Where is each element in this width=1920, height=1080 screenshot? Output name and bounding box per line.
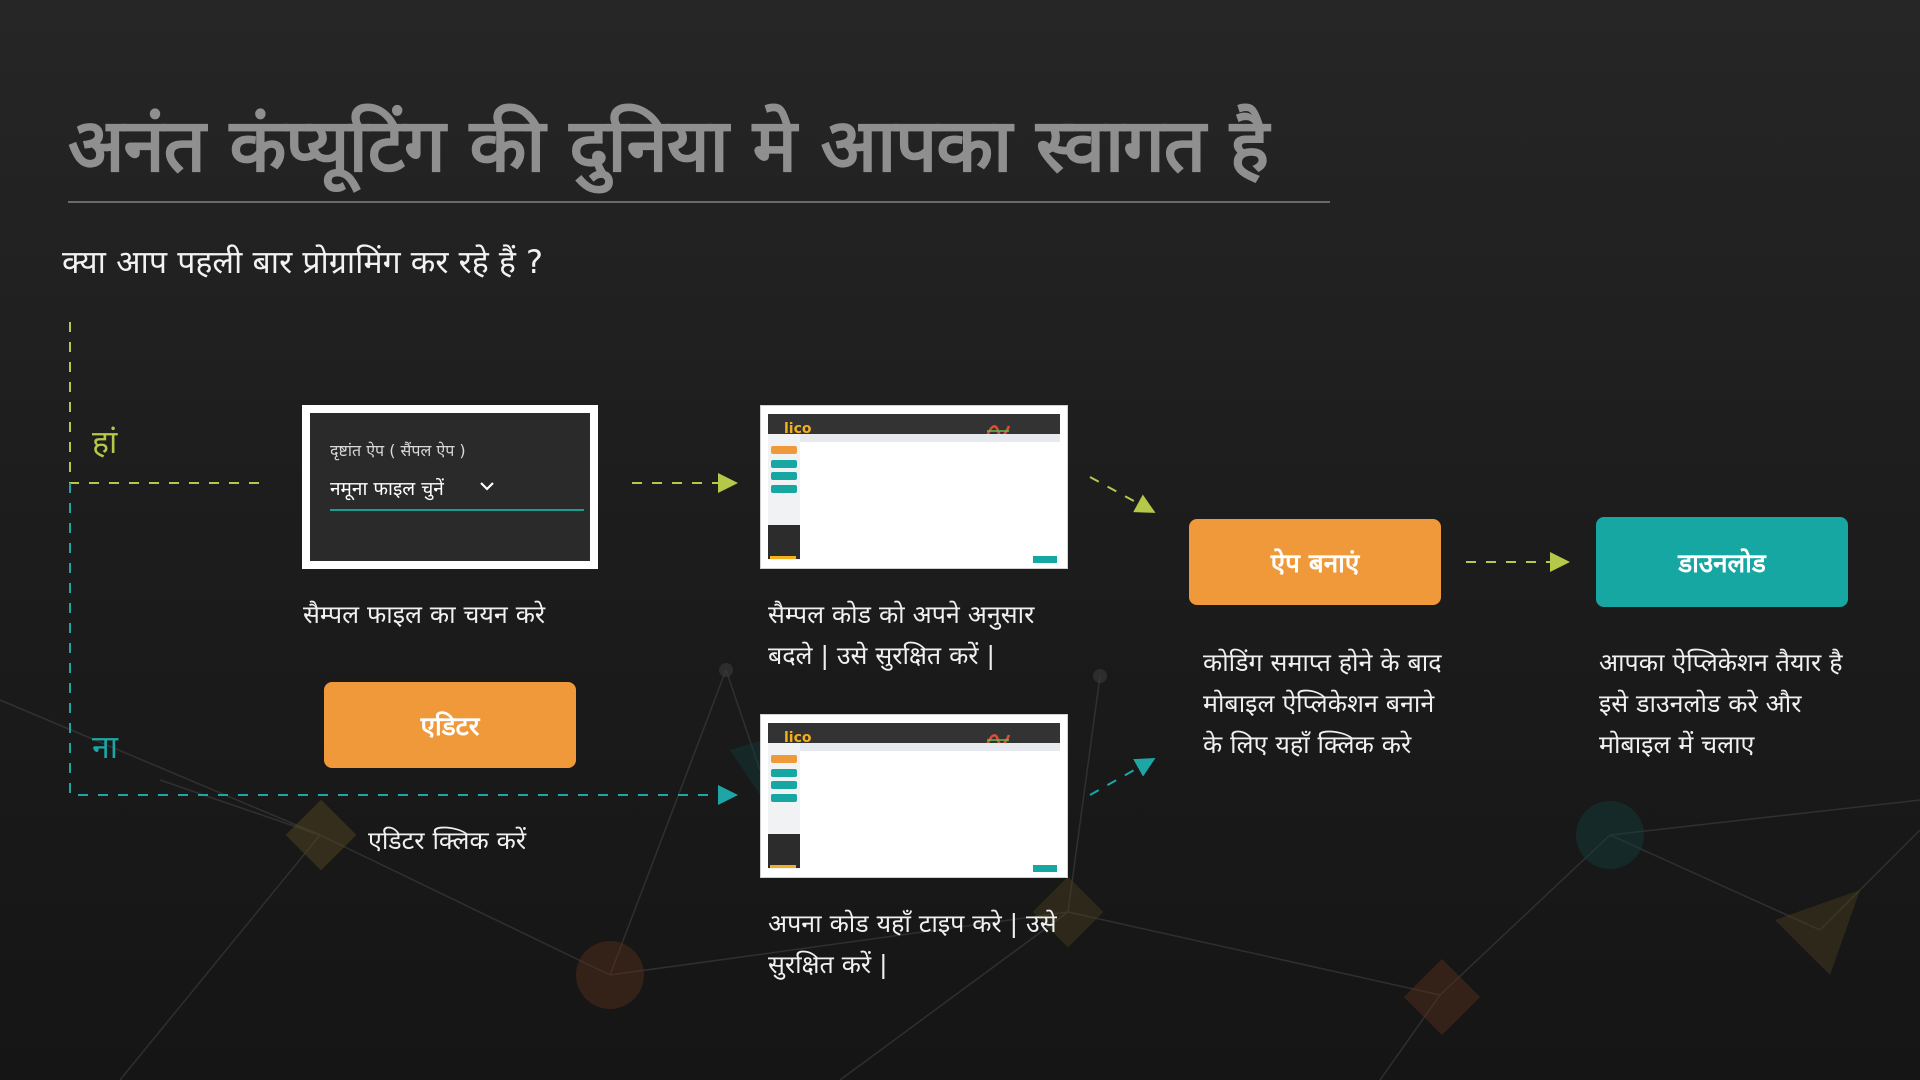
sample-file-selected-value: नमूना फाइल चुनें — [330, 478, 444, 500]
sample-app-caption: दृष्टांत ऐप ( सैंपल ऐप ) — [330, 441, 466, 460]
download-button[interactable]: डाउनलोड — [1596, 517, 1848, 607]
download-description: आपका ऐप्लिकेशन तैयार है इसे डाउनलोड करे … — [1599, 648, 1843, 759]
editor-description: एडिटर क्लिक करें — [368, 826, 527, 855]
sample-select-description: सैम्पल फाइल का चयन करे — [303, 600, 546, 629]
build-app-button[interactable]: ऐप बनाएं — [1189, 519, 1441, 605]
editor-button[interactable]: एडिटर — [324, 682, 576, 768]
editor-to-build-arrow — [1089, 758, 1156, 796]
modify-code-description: सैम्पल कोड को अपने अनुसार बदले | उसे सुर… — [768, 600, 1035, 670]
code-editor-screenshot-blank: lico — [760, 714, 1068, 878]
sample-app-picker: दृष्टांत ऐप ( सैंपल ऐप ) नमूना फाइल चुने… — [302, 405, 598, 569]
type-code-description: अपना कोड यहाँ टाइप करे | उसे सुरक्षित कर… — [768, 909, 1057, 979]
build-app-description: कोडिंग समाप्त होने के बाद मोबाइल ऐप्लिके… — [1203, 648, 1442, 759]
no-label: ना — [92, 728, 119, 766]
sample-file-select[interactable]: नमूना फाइल चुनें — [330, 469, 584, 511]
code-editor-screenshot-sample: lico — [760, 405, 1068, 569]
chevron-down-icon — [480, 482, 494, 491]
yes-label: हां — [92, 423, 118, 461]
code-to-build-arrow — [1089, 476, 1156, 513]
